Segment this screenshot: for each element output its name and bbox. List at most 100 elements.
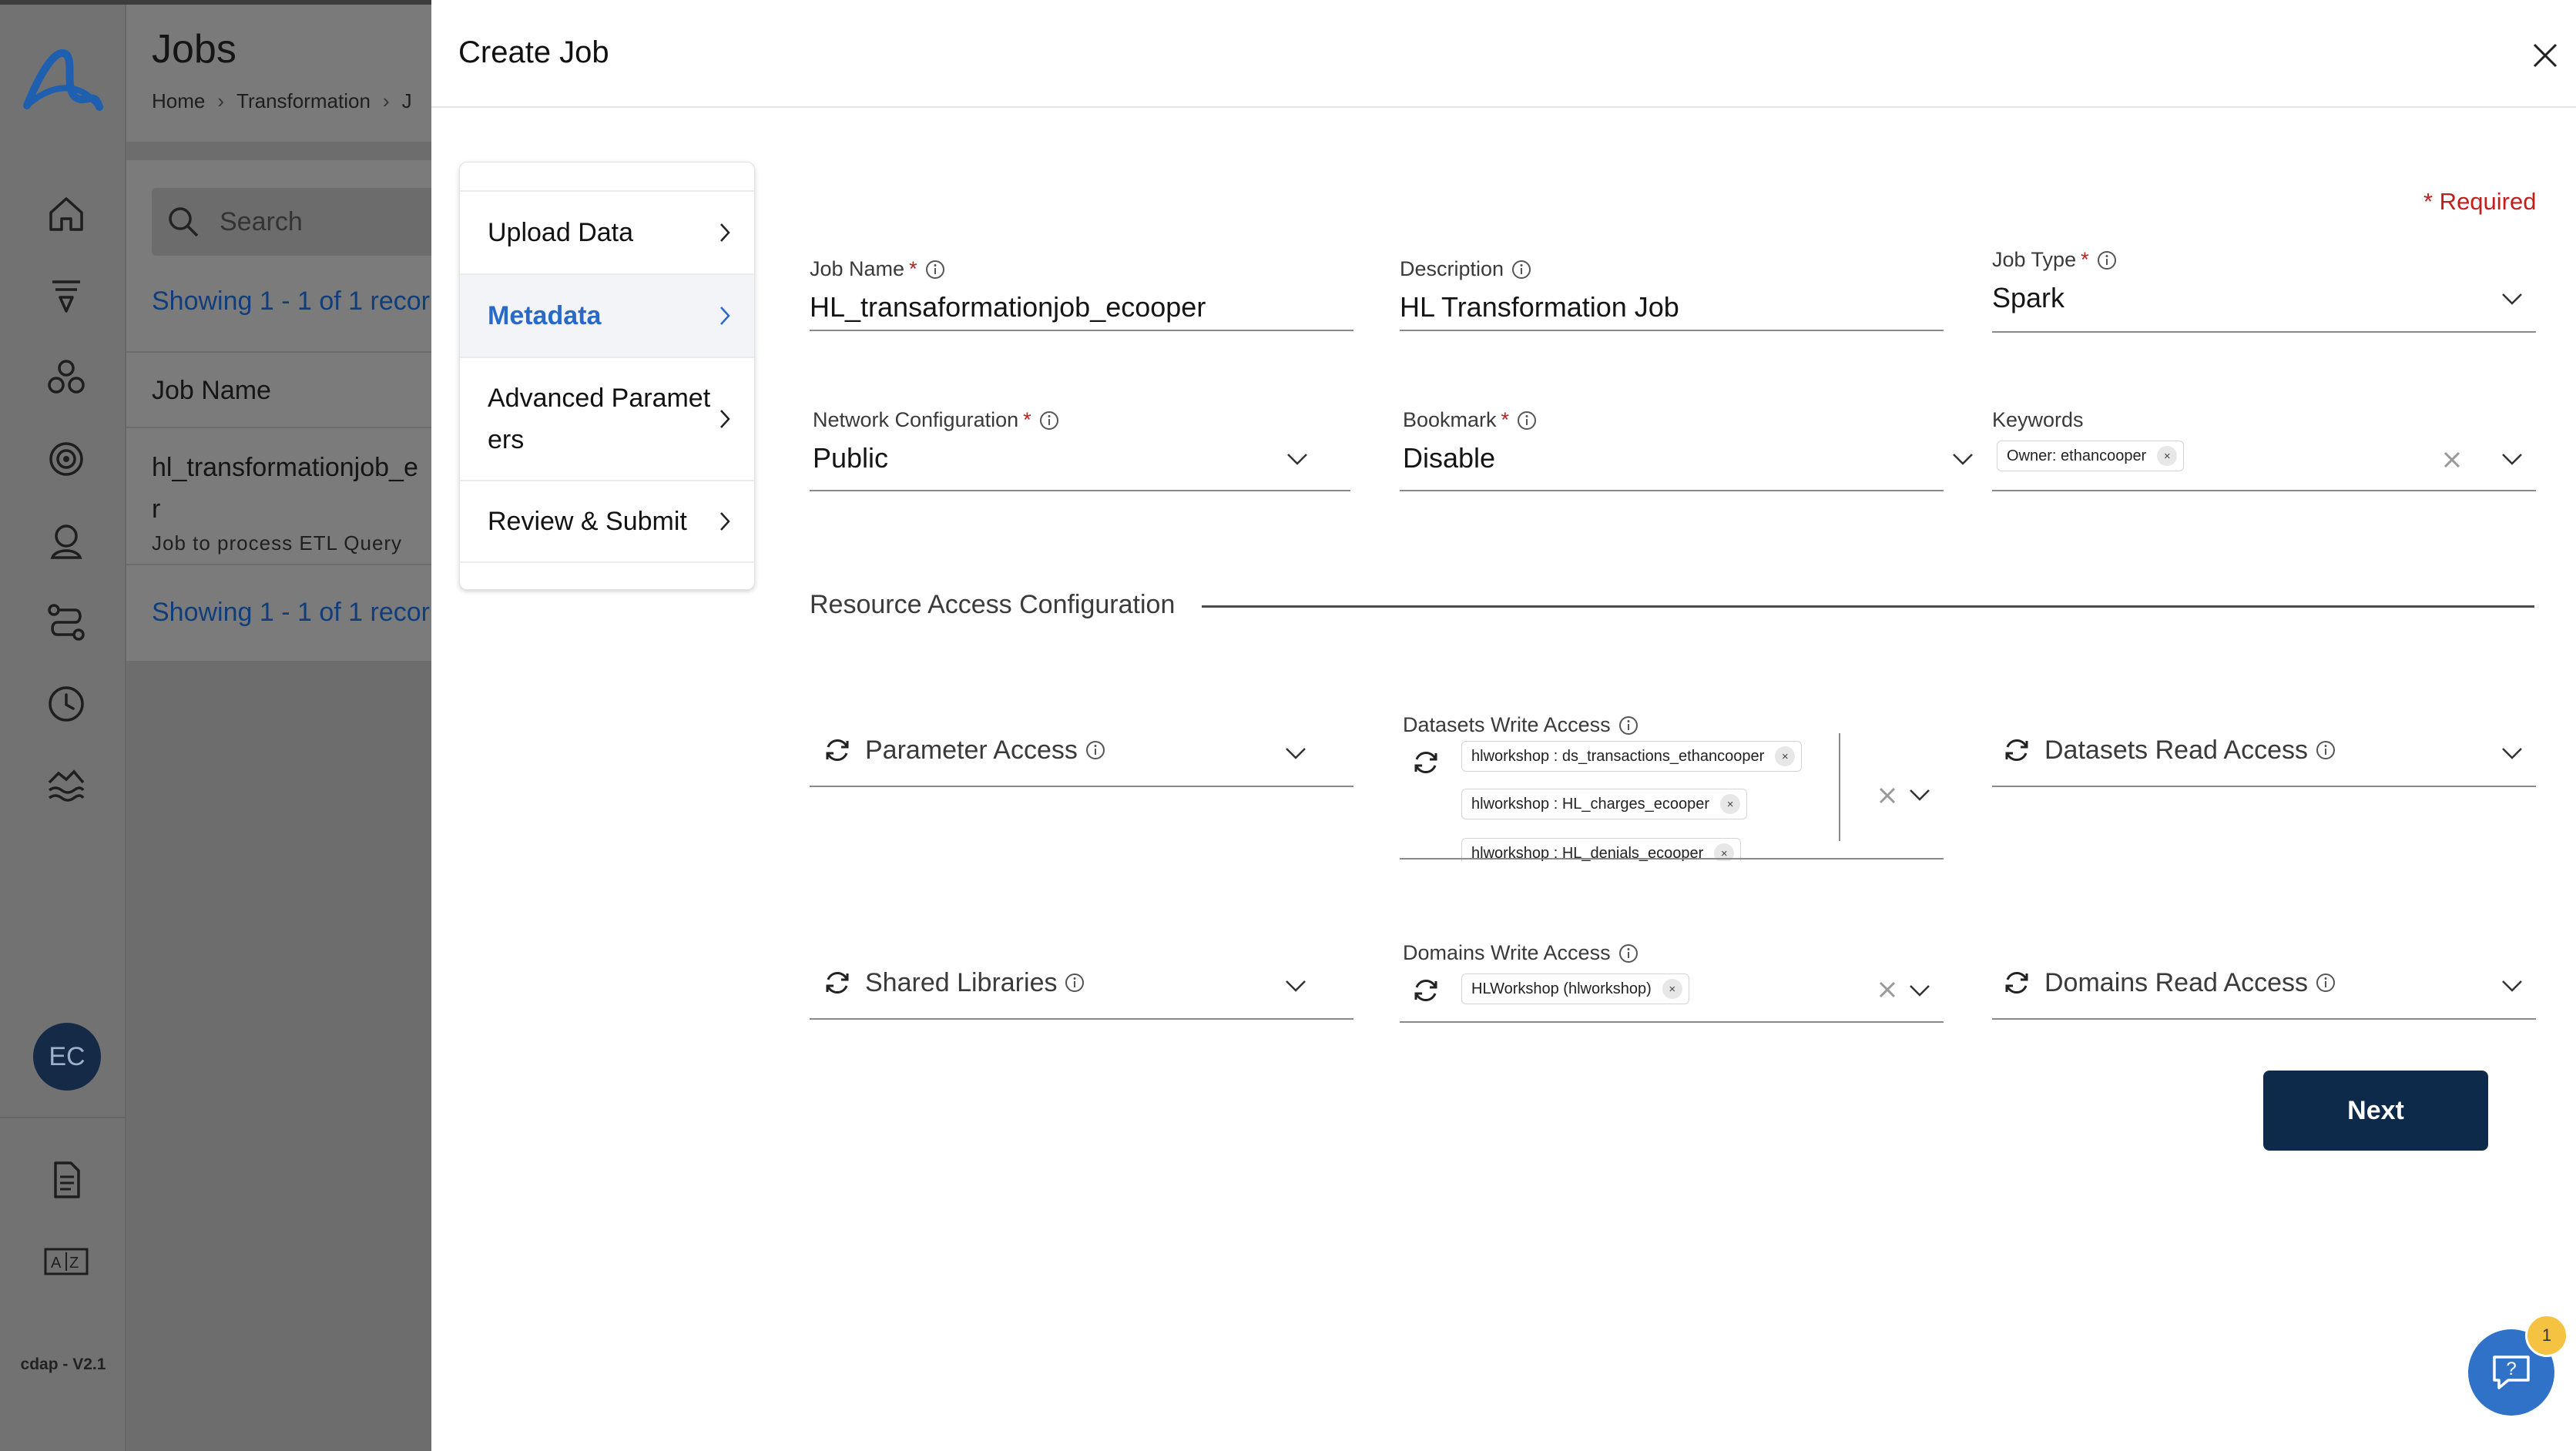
job-type-select[interactable]: Job Type * Spark <box>1992 248 2536 334</box>
description-field[interactable]: Description HL Transformation Job <box>1400 257 1944 334</box>
field-label: Job Type * <box>1992 248 2117 272</box>
info-icon[interactable] <box>2316 973 2336 993</box>
step-metadata[interactable]: Metadata <box>460 273 754 357</box>
jobs-page-header: Jobs Home › Transformation › J <box>126 0 431 142</box>
refresh-icon[interactable] <box>2001 735 2032 766</box>
datasets-read-access-select[interactable]: Datasets Read Access <box>1992 727 2536 789</box>
refresh-icon[interactable] <box>1410 747 1441 778</box>
next-button[interactable]: Next <box>2263 1071 2488 1151</box>
app-version: cdap - V2.1 <box>20 1355 106 1373</box>
home-icon[interactable] <box>40 188 92 240</box>
domains-read-access-select[interactable]: Domains Read Access <box>1992 960 2536 1021</box>
info-icon[interactable] <box>1618 943 1639 963</box>
user-avatar[interactable]: EC <box>33 1023 101 1091</box>
clear-icon[interactable] <box>1877 786 1897 806</box>
job-name-input[interactable]: HL_transaformationjob_ecooper <box>810 291 1206 323</box>
table-row-job-description: Job to process ETL Query <box>152 531 403 555</box>
chevron-down-icon[interactable] <box>2501 451 2524 467</box>
datalake-icon[interactable] <box>40 759 92 812</box>
info-icon[interactable] <box>2316 740 2336 760</box>
close-icon[interactable] <box>2528 39 2562 72</box>
network-configuration-select[interactable]: Network Configuration * Public <box>810 408 1353 493</box>
input-underline <box>1400 858 1944 860</box>
chip-remove-icon[interactable]: × <box>1720 794 1741 814</box>
info-icon[interactable] <box>2097 250 2117 270</box>
step-review-submit[interactable]: Review & Submit <box>460 480 754 563</box>
domains-write-access-label: Domains Write Access <box>1403 941 1611 964</box>
info-icon[interactable] <box>1511 260 1531 280</box>
user-icon[interactable] <box>40 514 92 567</box>
chevron-down-icon[interactable] <box>1284 978 1307 994</box>
chip-remove-icon[interactable]: × <box>1662 979 1682 999</box>
info-icon[interactable] <box>1517 411 1537 431</box>
drawer-title: Create Job <box>458 35 609 69</box>
chip-label: hlworkshop : HL_charges_ecooper <box>1471 795 1710 813</box>
info-icon[interactable] <box>925 260 945 280</box>
translate-icon[interactable]: AZ <box>40 1235 92 1288</box>
domain-chip: HLWorkshop (hlworkshop) × <box>1461 973 1689 1004</box>
info-icon[interactable] <box>1065 973 1085 993</box>
step-advanced-parameters[interactable]: Advanced Paramet ers <box>460 357 754 480</box>
chevron-right-icon <box>719 305 731 327</box>
divider <box>126 351 431 353</box>
chevron-down-icon[interactable] <box>2501 291 2524 307</box>
shared-libraries-select[interactable]: Shared Libraries <box>810 960 1353 1021</box>
search-input[interactable]: Search <box>152 188 431 256</box>
breadcrumb-transformation[interactable]: Transformation <box>236 89 371 112</box>
breadcrumb-jobs[interactable]: J <box>402 89 412 112</box>
info-icon[interactable] <box>1618 715 1639 736</box>
svg-text:Z: Z <box>69 1255 79 1272</box>
workflow-icon[interactable] <box>40 596 92 648</box>
table-row-job-name[interactable]: hl_transformationjob_e r <box>152 447 429 530</box>
domains-write-access-select[interactable]: Domains Write Access HLWorkshop (hlworks… <box>1400 941 1944 1024</box>
chip-remove-icon[interactable]: × <box>1775 746 1796 766</box>
domains-read-access-label: Domains Read Access <box>2044 967 2309 997</box>
network-configuration-label: Network Configuration <box>813 408 1019 431</box>
column-header-job-name[interactable]: Job Name <box>152 376 271 406</box>
input-underline <box>1992 786 2536 787</box>
app-logo-icon[interactable] <box>21 44 106 113</box>
chevron-down-icon[interactable] <box>1284 746 1307 761</box>
section-divider <box>1202 605 2534 608</box>
document-icon[interactable] <box>40 1154 92 1206</box>
parameter-access-select[interactable]: Parameter Access <box>810 727 1353 789</box>
input-underline <box>1992 1018 2536 1020</box>
chevron-down-icon[interactable] <box>2501 746 2524 761</box>
chip-remove-icon[interactable]: × <box>2157 446 2178 466</box>
step-upload-data[interactable]: Upload Data <box>460 190 754 273</box>
bookmark-select[interactable]: Bookmark * Disable <box>1400 408 1973 493</box>
job-name-field[interactable]: Job Name * HL_transaformationjob_ecooper <box>810 257 1353 334</box>
refresh-icon[interactable] <box>822 735 853 766</box>
clear-icon[interactable] <box>2442 450 2462 470</box>
chevron-down-icon[interactable] <box>1908 787 1931 803</box>
clear-icon[interactable] <box>1877 980 1897 1000</box>
chevron-down-icon[interactable] <box>1908 983 1931 998</box>
target-icon[interactable] <box>40 433 92 485</box>
cluster-icon[interactable] <box>40 351 92 404</box>
keyword-chip: Owner: ethancooper × <box>1997 441 2185 471</box>
refresh-icon[interactable] <box>822 967 853 998</box>
keywords-select[interactable]: Keywords Owner: ethancooper × <box>1992 408 2536 493</box>
create-job-drawer: Create Job Upload Data Metadata Advanced… <box>431 0 2576 1451</box>
required-star: * <box>909 257 917 280</box>
input-underline <box>810 490 1350 491</box>
info-icon[interactable] <box>1039 411 1059 431</box>
refresh-icon[interactable] <box>1410 975 1441 1006</box>
filter-icon[interactable] <box>40 270 92 322</box>
required-star: * <box>2081 248 2089 271</box>
shared-libraries-label: Shared Libraries <box>865 967 1058 997</box>
page-title: Jobs <box>152 27 236 72</box>
section-title: Resource Access Configuration <box>810 590 1176 619</box>
info-icon[interactable] <box>1085 740 1105 760</box>
chevron-down-icon[interactable] <box>1951 451 1974 467</box>
input-underline <box>810 1018 1353 1020</box>
clock-icon[interactable] <box>40 678 92 730</box>
description-input[interactable]: HL Transformation Job <box>1400 291 1679 323</box>
chevron-down-icon[interactable] <box>1286 451 1309 467</box>
datasets-write-access-select[interactable]: Datasets Write Access hlworkshop : ds_tr… <box>1400 713 1944 861</box>
chip-label: Owner: ethancooper <box>2007 447 2147 464</box>
refresh-icon[interactable] <box>2001 967 2032 998</box>
breadcrumb-home[interactable]: Home <box>152 89 205 112</box>
chevron-down-icon[interactable] <box>2501 978 2524 994</box>
jobs-page-background: Jobs Home › Transformation › J Search Showin… <box>126 0 431 1451</box>
